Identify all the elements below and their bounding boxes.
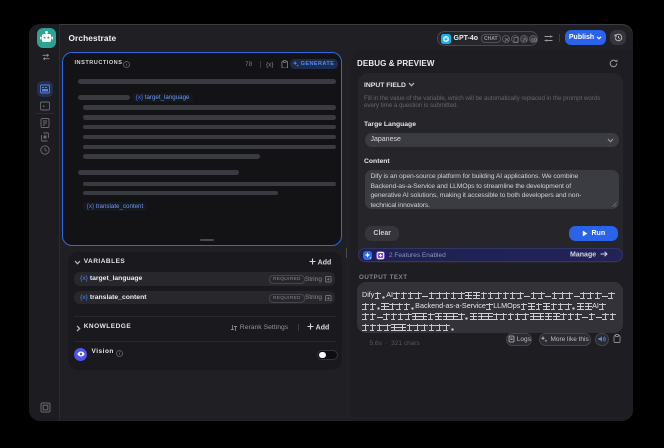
svg-text:{x}: {x} — [266, 62, 274, 69]
